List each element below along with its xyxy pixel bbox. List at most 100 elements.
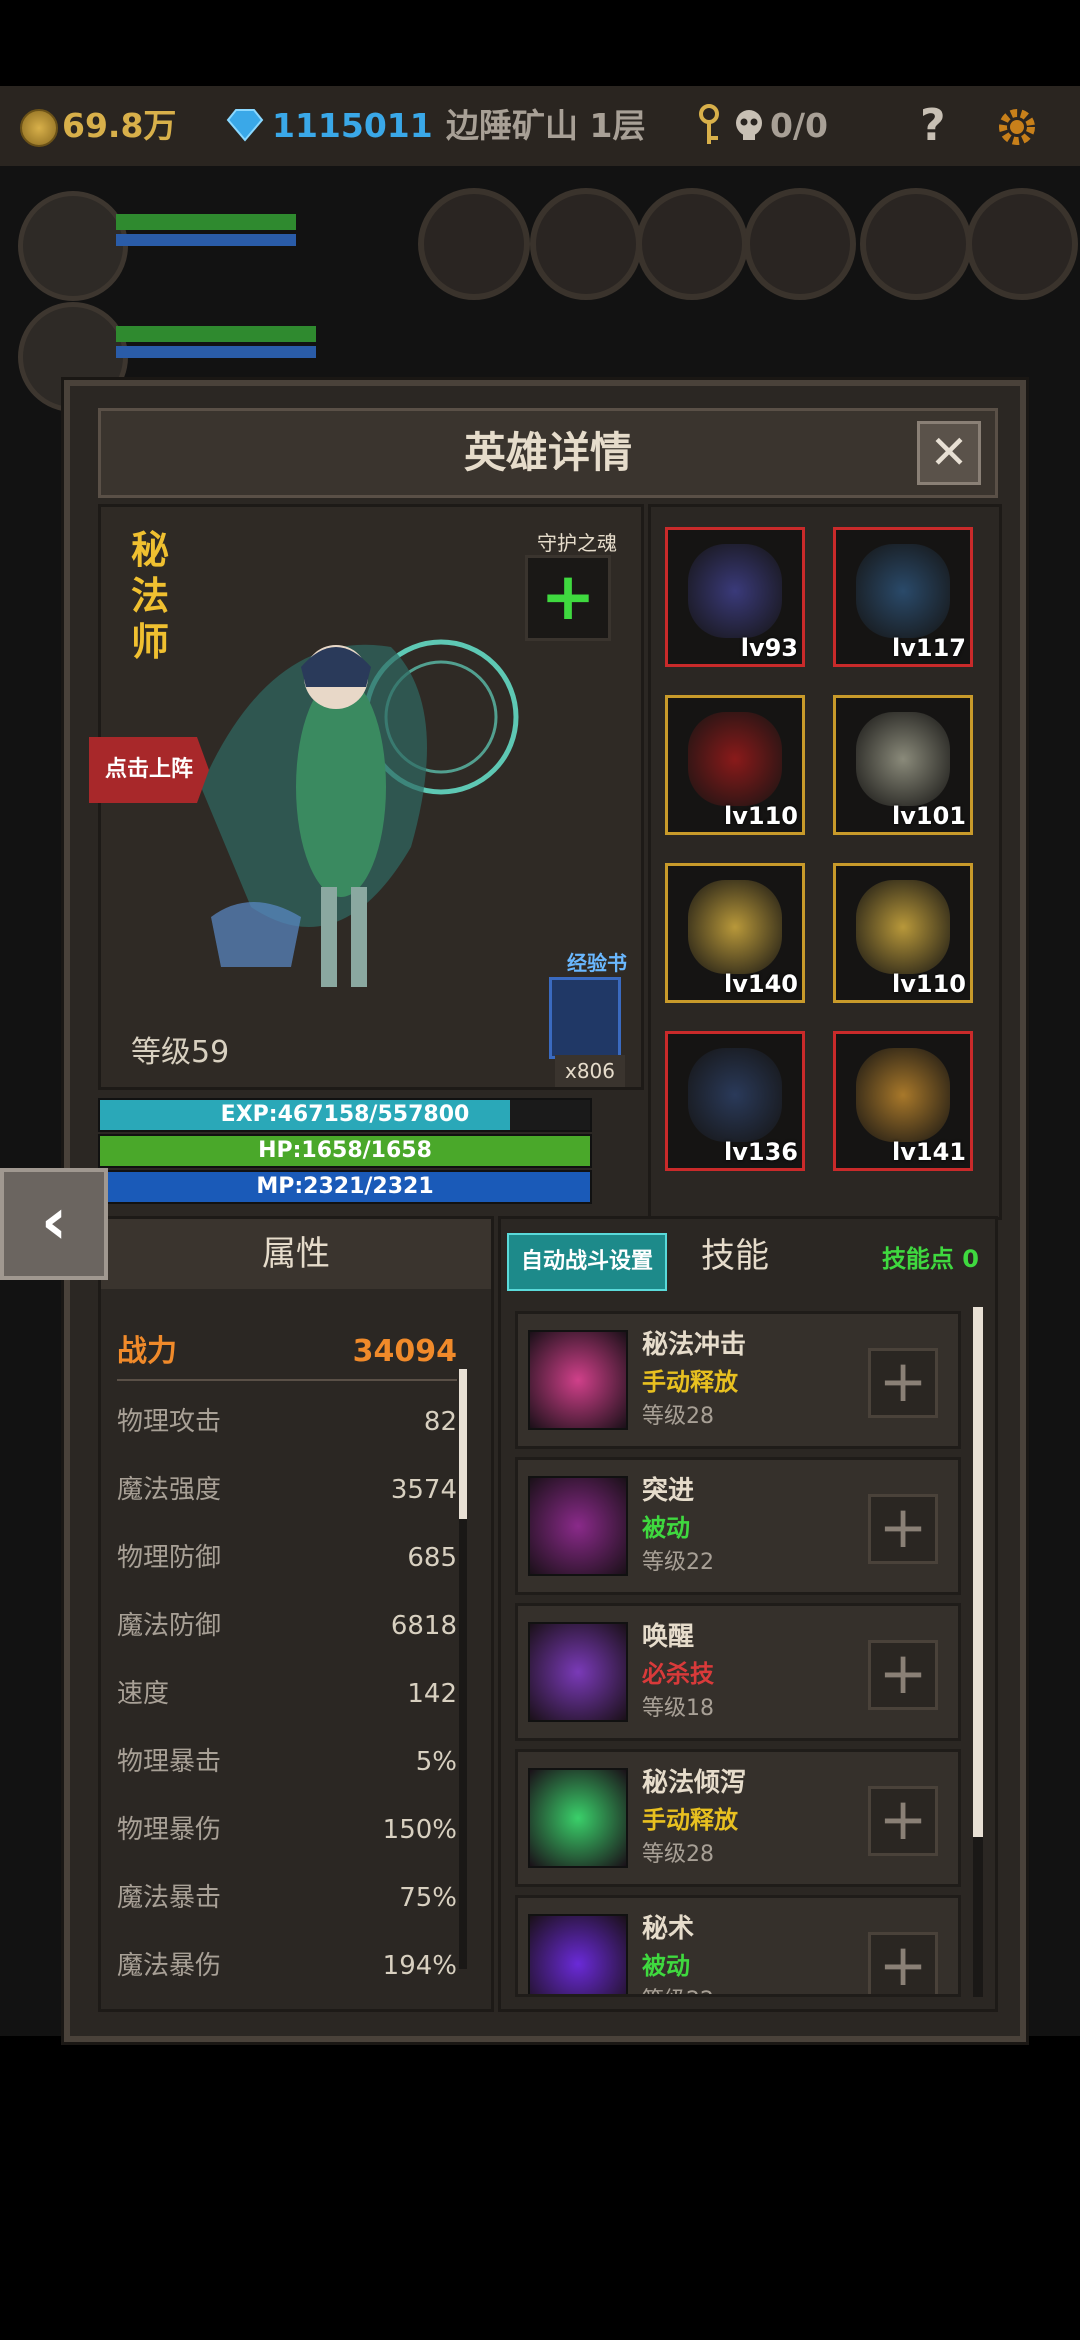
- skill-level: 等级18: [642, 1696, 714, 1721]
- skill-row[interactable]: 秘法冲击 手动释放 等级28 +: [515, 1311, 961, 1449]
- skill-slot-circle[interactable]: [966, 188, 1078, 300]
- hp-bar: HP:1658/1658: [98, 1134, 592, 1168]
- attribute-value: 82: [423, 1407, 457, 1437]
- attribute-value: 142: [407, 1679, 457, 1709]
- skill-upgrade-button[interactable]: +: [868, 1640, 938, 1710]
- exp-book-label: 经验书: [567, 951, 627, 975]
- equipment-slot[interactable]: lv93: [665, 527, 805, 667]
- equipment-slot[interactable]: lv110: [833, 863, 973, 1003]
- attribute-name: 物理暴击: [117, 1747, 222, 1777]
- hp-text: HP:1658/1658: [258, 1138, 432, 1163]
- dialog-title: 英雄详情: [463, 428, 632, 477]
- tab-skills[interactable]: 技能: [701, 1219, 769, 1293]
- auto-battle-settings-button[interactable]: 自动战斗设置: [507, 1233, 667, 1291]
- equipment-slot[interactable]: lv141: [833, 1031, 973, 1171]
- skill-type: 被动: [642, 1514, 690, 1542]
- skill-row[interactable]: 唤醒必杀技等级18 +: [515, 1603, 961, 1741]
- equipment-slot[interactable]: lv136: [665, 1031, 805, 1171]
- skill-slot-circle[interactable]: [636, 188, 748, 300]
- deploy-button[interactable]: 点击上阵: [89, 737, 209, 803]
- attribute-row: 魔法暴击 75%: [117, 1865, 457, 1931]
- gold-coin-icon: [20, 109, 58, 147]
- skill-icon: [528, 1330, 628, 1430]
- back-arrow-button[interactable]: ‹: [0, 1168, 108, 1280]
- attribute-name: 物理防御: [117, 1543, 222, 1573]
- attribute-value: 685: [407, 1543, 457, 1573]
- skill-upgrade-button[interactable]: +: [868, 1494, 938, 1564]
- skill-name: 唤醒: [642, 1622, 695, 1652]
- close-button[interactable]: ✕: [917, 421, 981, 485]
- exp-text: EXP:467158/557800: [220, 1102, 470, 1127]
- diamond-icon: [226, 109, 264, 142]
- skill-slot-circle[interactable]: [744, 188, 856, 300]
- hero-character-art: [201, 639, 519, 987]
- equipment-level: lv140: [724, 970, 798, 998]
- guardian-soul-add-button[interactable]: +: [525, 555, 611, 641]
- equipment-slot[interactable]: lv117: [833, 527, 973, 667]
- skill-type: 必杀技: [642, 1660, 714, 1688]
- equipment-grid: lv93 lv117 lv110 lv101 lv140 lv110 lv136 lv141: [648, 504, 1002, 1220]
- skills-panel: 自动战斗设置 技能 技能点 0 秘法冲击 手动释放 等级28 + 突进 被动 等级22 + 唤醒…: [498, 1216, 998, 2012]
- team-mp-bar: [116, 346, 316, 358]
- skill-icon: [528, 1476, 628, 1576]
- skill-name: 秘法冲击: [642, 1330, 747, 1360]
- attribute-row: 魔法防御 6818: [117, 1593, 457, 1659]
- help-button[interactable]: ?: [920, 86, 946, 166]
- skill-slot-circle[interactable]: [530, 188, 642, 300]
- gauntlet-icon: [688, 1048, 782, 1142]
- equipment-level: lv136: [724, 1138, 798, 1166]
- exp-bar: EXP:467158/557800: [98, 1098, 592, 1132]
- team-hero-slot[interactable]: [18, 191, 128, 301]
- skill-upgrade-button[interactable]: +: [868, 1786, 938, 1856]
- skull-icon: [736, 110, 762, 140]
- skill-name: 突进: [642, 1476, 695, 1506]
- attribute-row: 物理攻击 82: [117, 1389, 457, 1455]
- skill-level: 等级22: [642, 1550, 714, 1575]
- equipment-slot[interactable]: lv101: [833, 695, 973, 835]
- hero-detail-dialog: 英雄详情 ✕ 秘法师 点击上阵 守护之魂 + 等级59 经验书 x806 EXP…: [64, 380, 1026, 2042]
- mp-bar: MP:2321/2321: [98, 1170, 592, 1204]
- team-hp-bar: [116, 326, 316, 342]
- attribute-name: 魔法暴击: [117, 1883, 222, 1913]
- exp-book-icon[interactable]: [549, 977, 621, 1059]
- skill-row[interactable]: 秘术被动等级22 +: [515, 1895, 961, 1997]
- attribute-row: 物理暴击 5%: [117, 1729, 457, 1795]
- equipment-level: lv101: [892, 802, 966, 830]
- attributes-panel: 属性 战力 34094 物理攻击 82 魔法强度 3574 物理防御 685 魔法防御 681…: [98, 1216, 494, 2012]
- hero-portrait-panel: 秘法师 点击上阵 守护之魂 + 等级59 经验书 x806: [89, 504, 644, 1090]
- skill-slot-circle[interactable]: [860, 188, 972, 300]
- helmet-icon: [856, 1048, 950, 1142]
- gold-amount: 69.8万: [62, 106, 177, 145]
- equipment-level: lv110: [724, 802, 798, 830]
- equipment-level: lv93: [740, 634, 798, 662]
- skill-upgrade-button[interactable]: +: [868, 1348, 938, 1418]
- tab-attributes[interactable]: 属性: [101, 1219, 491, 1289]
- attribute-value: 3574: [390, 1475, 457, 1505]
- skill-upgrade-button[interactable]: +: [868, 1932, 938, 1994]
- dialog-title-bar: 英雄详情 ✕: [98, 408, 998, 498]
- attribute-value: 75%: [399, 1883, 457, 1913]
- skill-row[interactable]: 秘法倾泻 手动释放 等级28 +: [515, 1749, 961, 1887]
- mp-text: MP:2321/2321: [256, 1174, 434, 1199]
- equipment-slot[interactable]: lv110: [665, 695, 805, 835]
- team-mp-bar: [116, 234, 296, 246]
- skill-row[interactable]: 突进被动等级22 +: [515, 1457, 961, 1595]
- equipment-level: lv117: [892, 634, 966, 662]
- attribute-row: 魔法强度 3574: [117, 1457, 457, 1523]
- combat-power-value: 34094: [352, 1334, 457, 1369]
- gear-icon[interactable]: [994, 104, 1040, 150]
- attributes-scrollbar-thumb[interactable]: [459, 1369, 467, 1519]
- equipment-slot[interactable]: lv140: [665, 863, 805, 1003]
- skills-scrollbar-thumb[interactable]: [973, 1307, 983, 1837]
- attribute-row: 物理防御 685: [117, 1525, 457, 1591]
- attribute-name: 物理攻击: [117, 1407, 222, 1437]
- attribute-name: 物理暴伤: [117, 1815, 222, 1845]
- exp-book-count: x806: [555, 1055, 625, 1087]
- skill-slot-circle[interactable]: [418, 188, 530, 300]
- skill-name: 秘法倾泻: [642, 1768, 747, 1798]
- skill-type: 手动释放: [642, 1806, 738, 1834]
- combat-power-row: 战力 34094: [117, 1319, 457, 1385]
- skill-type: 被动: [642, 1952, 690, 1980]
- top-resource-bar: 69.8万 1115011 边陲矿山 1层 0/0 ?: [0, 86, 1080, 166]
- team-hp-bar: [116, 214, 296, 230]
